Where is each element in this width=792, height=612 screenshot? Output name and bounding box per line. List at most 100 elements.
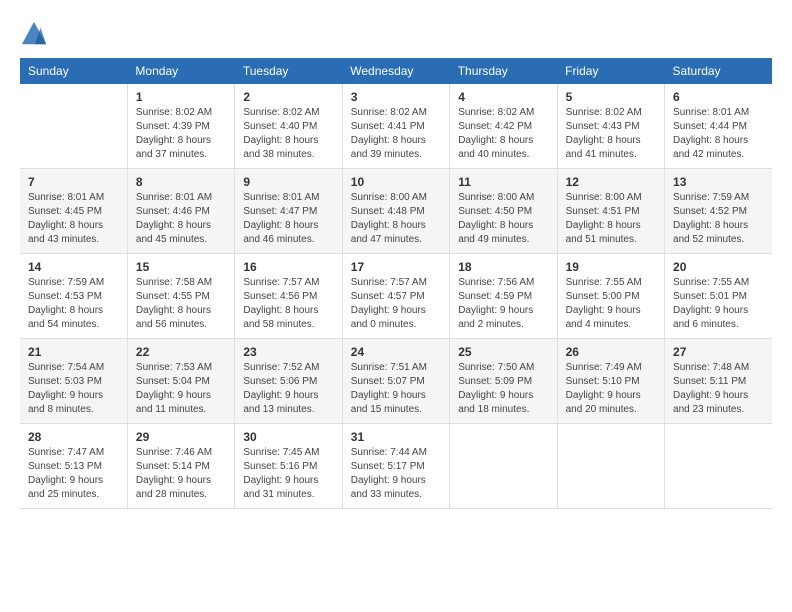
day-number: 5 bbox=[566, 90, 656, 104]
calendar-cell: 8Sunrise: 8:01 AMSunset: 4:46 PMDaylight… bbox=[127, 169, 234, 254]
calendar-cell: 5 Sunrise: 8:02 AMSunset: 4:43 PMDaylight… bbox=[557, 84, 664, 169]
day-info: Sunrise: 7:53 AMSunset: 5:04 PMDaylight:… bbox=[136, 361, 226, 417]
day-info: Sunrise: 7:59 AMSunset: 4:53 PMDaylight:… bbox=[28, 276, 119, 332]
day-info: Sunrise: 7:49 AMSunset: 5:10 PMDaylight:… bbox=[566, 361, 656, 417]
day-number: 2 bbox=[243, 90, 333, 104]
calendar-table: Sunday Monday Tuesday Wednesday Thursday… bbox=[20, 58, 772, 509]
day-info: Sunrise: 7:51 AMSunset: 5:07 PMDaylight:… bbox=[351, 361, 441, 417]
calendar-header-row: Sunday Monday Tuesday Wednesday Thursday… bbox=[20, 58, 772, 84]
day-number: 6 bbox=[673, 90, 764, 104]
day-info: Sunrise: 7:44 AMSunset: 5:17 PMDaylight:… bbox=[351, 446, 441, 502]
calendar-cell: 11 Sunrise: 8:00 AMSunset: 4:50 PMDayligh… bbox=[450, 169, 557, 254]
day-info: Sunrise: 7:48 AMSunset: 5:11 PMDaylight:… bbox=[673, 361, 764, 417]
day-number: 10 bbox=[351, 175, 441, 189]
day-number: 29 bbox=[136, 430, 226, 444]
calendar-cell: 15 Sunrise: 7:58 AMSunset: 4:55 PMDayligh… bbox=[127, 254, 234, 339]
col-wednesday: Wednesday bbox=[342, 58, 449, 84]
calendar-cell: 16 Sunrise: 7:57 AMSunset: 4:56 PMDayligh… bbox=[235, 254, 342, 339]
day-number: 24 bbox=[351, 345, 441, 359]
day-number: 15 bbox=[136, 260, 226, 274]
calendar-cell: 23 Sunrise: 7:52 AMSunset: 5:06 PMDayligh… bbox=[235, 339, 342, 424]
calendar-cell: 28 Sunrise: 7:47 AMSunset: 5:13 PMDayligh… bbox=[20, 424, 127, 509]
day-number: 11 bbox=[458, 175, 548, 189]
day-info: Sunrise: 8:01 AMSunset: 4:45 PMDaylight:… bbox=[28, 191, 119, 247]
calendar-cell: 4 Sunrise: 8:02 AMSunset: 4:42 PMDaylight… bbox=[450, 84, 557, 169]
day-number: 18 bbox=[458, 260, 548, 274]
day-number: 17 bbox=[351, 260, 441, 274]
day-info: Sunrise: 8:01 AMSunset: 4:46 PMDaylight:… bbox=[136, 191, 226, 247]
calendar-cell: 1 Sunrise: 8:02 AMSunset: 4:39 PMDaylight… bbox=[127, 84, 234, 169]
day-info: Sunrise: 7:55 AMSunset: 5:01 PMDaylight:… bbox=[673, 276, 764, 332]
week-row-5: 28 Sunrise: 7:47 AMSunset: 5:13 PMDayligh… bbox=[20, 424, 772, 509]
day-info: Sunrise: 8:02 AMSunset: 4:41 PMDaylight:… bbox=[351, 106, 441, 162]
day-number: 23 bbox=[243, 345, 333, 359]
day-number: 12 bbox=[566, 175, 656, 189]
day-info: Sunrise: 7:57 AMSunset: 4:56 PMDaylight:… bbox=[243, 276, 333, 332]
day-number: 3 bbox=[351, 90, 441, 104]
calendar-cell: 29Sunrise: 7:46 AMSunset: 5:14 PMDayligh… bbox=[127, 424, 234, 509]
day-number: 30 bbox=[243, 430, 333, 444]
day-info: Sunrise: 8:00 AMSunset: 4:50 PMDaylight:… bbox=[458, 191, 548, 247]
calendar-cell: 12Sunrise: 8:00 AMSunset: 4:51 PMDayligh… bbox=[557, 169, 664, 254]
day-number: 1 bbox=[136, 90, 226, 104]
calendar-cell: 22 Sunrise: 7:53 AMSunset: 5:04 PMDayligh… bbox=[127, 339, 234, 424]
col-thursday: Thursday bbox=[450, 58, 557, 84]
day-number: 22 bbox=[136, 345, 226, 359]
day-number: 31 bbox=[351, 430, 441, 444]
day-number: 4 bbox=[458, 90, 548, 104]
day-info: Sunrise: 8:02 AMSunset: 4:40 PMDaylight:… bbox=[243, 106, 333, 162]
day-info: Sunrise: 7:54 AMSunset: 5:03 PMDaylight:… bbox=[28, 361, 119, 417]
day-number: 13 bbox=[673, 175, 764, 189]
calendar-cell: 17 Sunrise: 7:57 AMSunset: 4:57 PMDayligh… bbox=[342, 254, 449, 339]
day-number: 20 bbox=[673, 260, 764, 274]
logo-icon bbox=[20, 20, 48, 48]
day-number: 26 bbox=[566, 345, 656, 359]
calendar-cell: 25Sunrise: 7:50 AMSunset: 5:09 PMDayligh… bbox=[450, 339, 557, 424]
day-info: Sunrise: 7:58 AMSunset: 4:55 PMDaylight:… bbox=[136, 276, 226, 332]
col-saturday: Saturday bbox=[665, 58, 772, 84]
calendar-cell: 27 Sunrise: 7:48 AMSunset: 5:11 PMDayligh… bbox=[665, 339, 772, 424]
calendar-cell: 31 Sunrise: 7:44 AMSunset: 5:17 PMDayligh… bbox=[342, 424, 449, 509]
calendar-cell: 26 Sunrise: 7:49 AMSunset: 5:10 PMDayligh… bbox=[557, 339, 664, 424]
day-info: Sunrise: 8:01 AMSunset: 4:47 PMDaylight:… bbox=[243, 191, 333, 247]
day-info: Sunrise: 8:02 AMSunset: 4:43 PMDaylight:… bbox=[566, 106, 656, 162]
day-number: 28 bbox=[28, 430, 119, 444]
calendar-cell: 30 Sunrise: 7:45 AMSunset: 5:16 PMDayligh… bbox=[235, 424, 342, 509]
day-info: Sunrise: 7:52 AMSunset: 5:06 PMDaylight:… bbox=[243, 361, 333, 417]
day-info: Sunrise: 8:00 AMSunset: 4:48 PMDaylight:… bbox=[351, 191, 441, 247]
calendar-cell bbox=[557, 424, 664, 509]
day-info: Sunrise: 7:57 AMSunset: 4:57 PMDaylight:… bbox=[351, 276, 441, 332]
calendar-cell: 6Sunrise: 8:01 AMSunset: 4:44 PMDaylight… bbox=[665, 84, 772, 169]
calendar-cell: 9 Sunrise: 8:01 AMSunset: 4:47 PMDaylight… bbox=[235, 169, 342, 254]
day-info: Sunrise: 7:56 AMSunset: 4:59 PMDaylight:… bbox=[458, 276, 548, 332]
day-number: 16 bbox=[243, 260, 333, 274]
calendar-cell bbox=[450, 424, 557, 509]
day-info: Sunrise: 7:45 AMSunset: 5:16 PMDaylight:… bbox=[243, 446, 333, 502]
day-info: Sunrise: 8:02 AMSunset: 4:42 PMDaylight:… bbox=[458, 106, 548, 162]
day-info: Sunrise: 7:59 AMSunset: 4:52 PMDaylight:… bbox=[673, 191, 764, 247]
day-number: 14 bbox=[28, 260, 119, 274]
week-row-4: 21 Sunrise: 7:54 AMSunset: 5:03 PMDayligh… bbox=[20, 339, 772, 424]
day-number: 27 bbox=[673, 345, 764, 359]
page-header bbox=[20, 20, 772, 48]
day-info: Sunrise: 7:50 AMSunset: 5:09 PMDaylight:… bbox=[458, 361, 548, 417]
week-row-3: 14 Sunrise: 7:59 AMSunset: 4:53 PMDayligh… bbox=[20, 254, 772, 339]
col-tuesday: Tuesday bbox=[235, 58, 342, 84]
col-friday: Friday bbox=[557, 58, 664, 84]
day-info: Sunrise: 7:55 AMSunset: 5:00 PMDaylight:… bbox=[566, 276, 656, 332]
day-number: 21 bbox=[28, 345, 119, 359]
calendar-cell bbox=[20, 84, 127, 169]
calendar-cell: 13 Sunrise: 7:59 AMSunset: 4:52 PMDayligh… bbox=[665, 169, 772, 254]
day-number: 9 bbox=[243, 175, 333, 189]
calendar-cell: 21 Sunrise: 7:54 AMSunset: 5:03 PMDayligh… bbox=[20, 339, 127, 424]
calendar-cell: 24 Sunrise: 7:51 AMSunset: 5:07 PMDayligh… bbox=[342, 339, 449, 424]
day-number: 7 bbox=[28, 175, 119, 189]
calendar-cell: 18 Sunrise: 7:56 AMSunset: 4:59 PMDayligh… bbox=[450, 254, 557, 339]
day-info: Sunrise: 7:47 AMSunset: 5:13 PMDaylight:… bbox=[28, 446, 119, 502]
calendar-cell: 3 Sunrise: 8:02 AMSunset: 4:41 PMDaylight… bbox=[342, 84, 449, 169]
calendar-cell: 10 Sunrise: 8:00 AMSunset: 4:48 PMDayligh… bbox=[342, 169, 449, 254]
calendar-cell: 19Sunrise: 7:55 AMSunset: 5:00 PMDayligh… bbox=[557, 254, 664, 339]
calendar-cell: 2 Sunrise: 8:02 AMSunset: 4:40 PMDaylight… bbox=[235, 84, 342, 169]
day-info: Sunrise: 8:02 AMSunset: 4:39 PMDaylight:… bbox=[136, 106, 226, 162]
week-row-2: 7 Sunrise: 8:01 AMSunset: 4:45 PMDaylight… bbox=[20, 169, 772, 254]
